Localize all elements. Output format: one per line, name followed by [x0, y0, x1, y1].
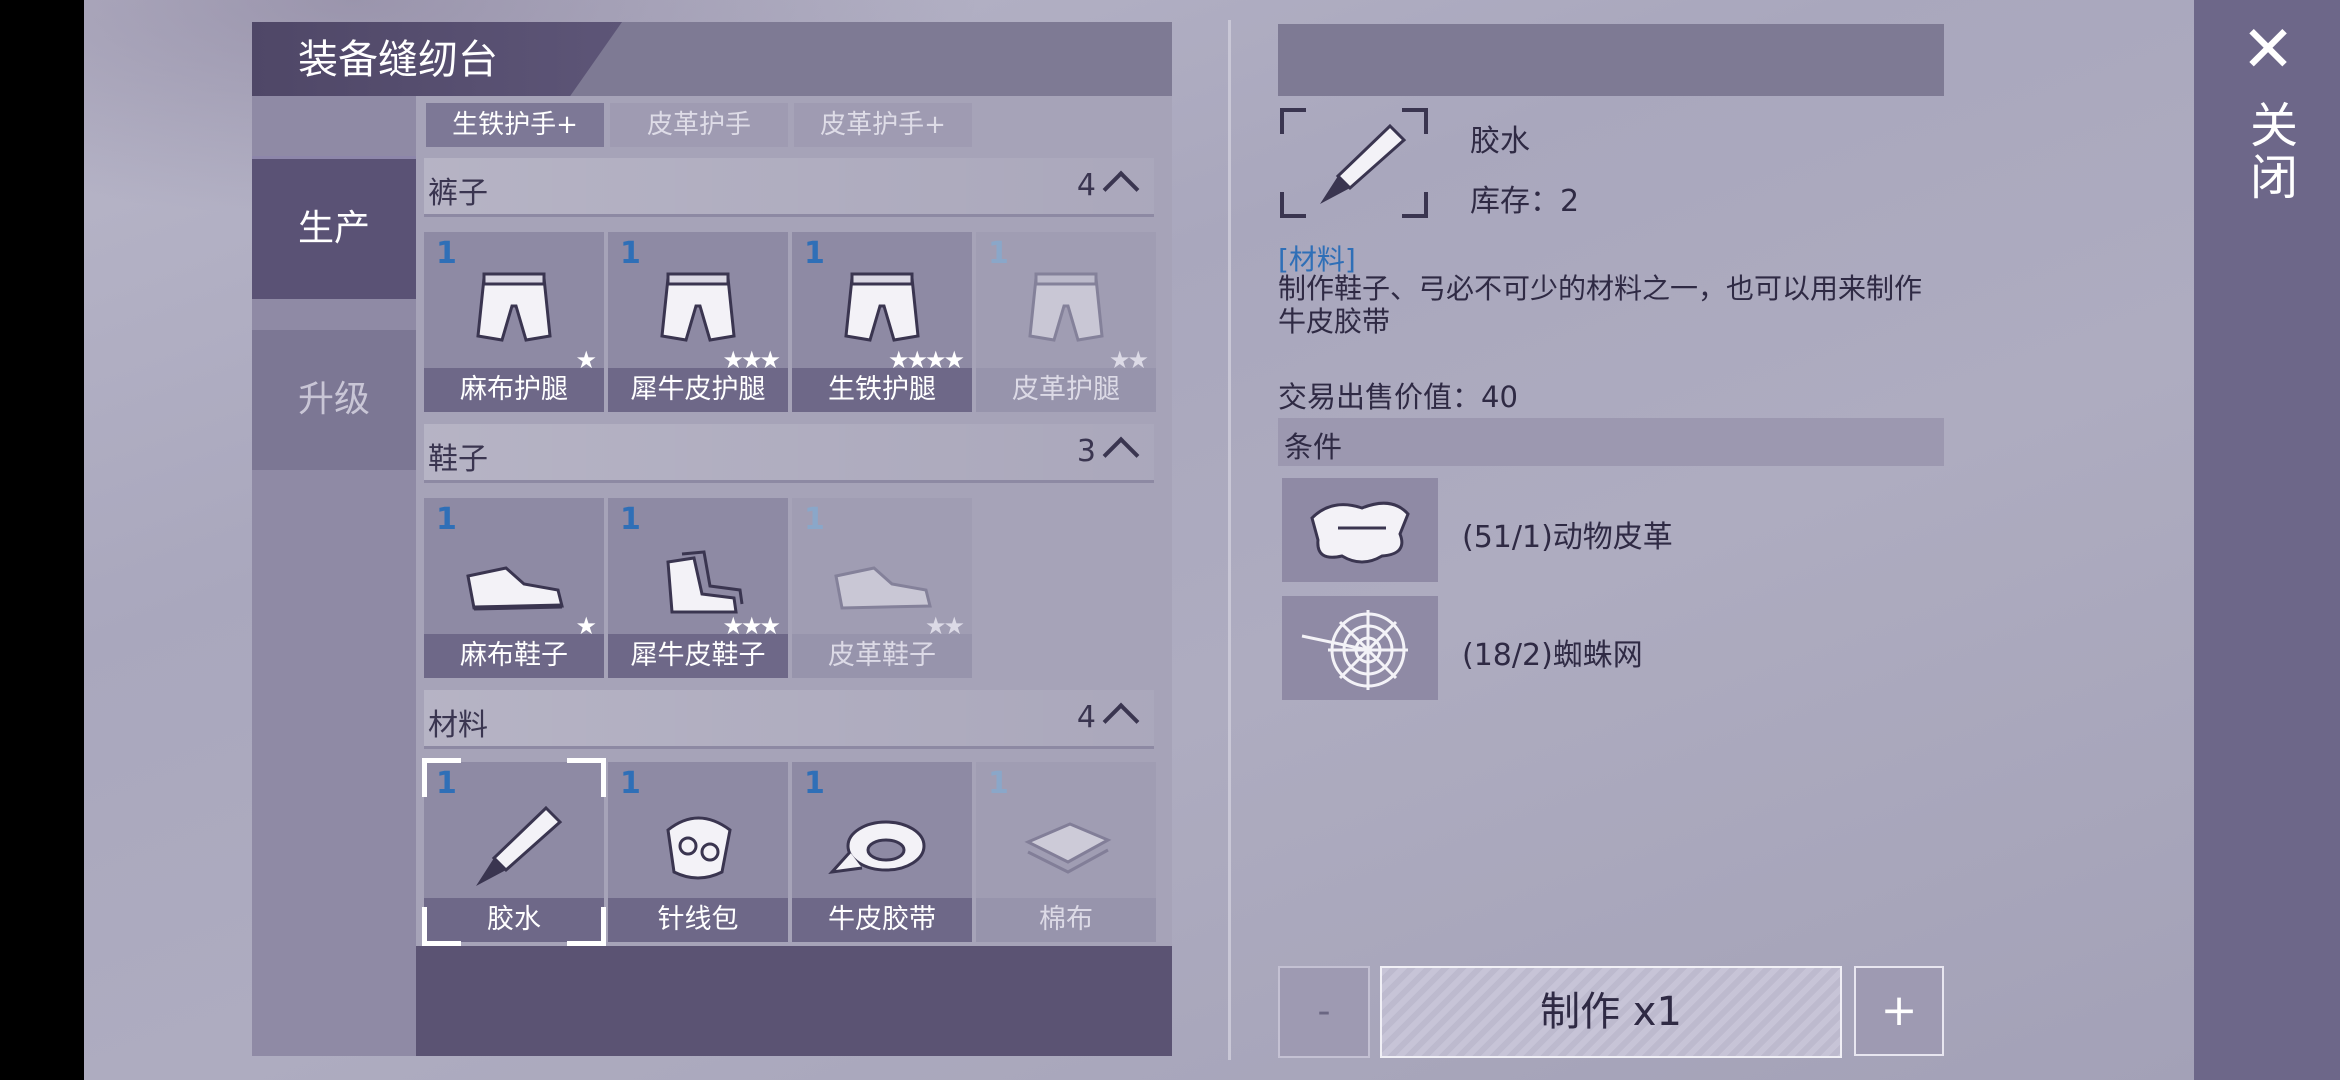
category-header-materials[interactable]: 材料 4: [424, 690, 1154, 749]
item-name: 皮革护腿: [976, 368, 1156, 412]
item-name: 犀牛皮护腿: [608, 368, 788, 412]
decrease-quantity-button[interactable]: -: [1278, 966, 1370, 1058]
subtab-leather-gauntlet[interactable]: 皮革护手: [610, 103, 788, 147]
item-name: 牛皮胶带: [792, 898, 972, 942]
selection-corner: [567, 758, 606, 797]
item-cell[interactable]: 1 针线包: [608, 762, 788, 942]
glue-icon: [1320, 123, 1407, 204]
detail-price: 交易出售价值：40: [1278, 380, 1518, 414]
item-cell[interactable]: 1 牛皮胶带: [792, 762, 972, 942]
category-count: 3: [1076, 434, 1096, 469]
item-cell[interactable]: 1 ★ 麻布鞋子: [424, 498, 604, 678]
spider-web-icon: [1301, 610, 1408, 690]
animal-hide-icon: [1310, 501, 1410, 564]
item-cell[interactable]: 1 ★★★ 犀牛皮鞋子: [608, 498, 788, 678]
category-count: 4: [1076, 168, 1096, 203]
subtab-iron-gauntlet-plus[interactable]: 生铁护手+: [426, 103, 604, 147]
selection-corner: [567, 907, 606, 946]
shoes-icon: [466, 566, 564, 611]
conditions-header: 条件: [1278, 418, 1944, 466]
detail-description: 制作鞋子、弓必不可少的材料之一，也可以用来制作牛皮胶带: [1278, 272, 1923, 338]
item-name: 麻布护腿: [424, 368, 604, 412]
sidebar-item-upgrade[interactable]: 升级: [252, 330, 416, 470]
pants-icon: [476, 272, 552, 342]
sewing-kit-icon: [666, 816, 732, 880]
cloth-icon: [1024, 822, 1112, 874]
requirement-text: (51/1)动物皮革: [1462, 520, 1673, 555]
item-name: 犀牛皮鞋子: [608, 634, 788, 678]
tape-icon: [828, 820, 926, 875]
close-icon[interactable]: ✕: [2240, 18, 2296, 82]
selection-corner: [422, 758, 461, 797]
item-name: 生铁护腿: [792, 368, 972, 412]
sidebar-item-produce[interactable]: 生产: [252, 156, 416, 299]
selection-corner: [422, 907, 461, 946]
chevron-up-icon[interactable]: [1102, 702, 1140, 740]
item-cell[interactable]: 1 ★ 麻布护腿: [424, 232, 604, 412]
item-name: 麻布鞋子: [424, 634, 604, 678]
category-header-pants[interactable]: 裤子 4: [424, 158, 1154, 217]
item-cell[interactable]: 1 ★★ 皮革鞋子: [792, 498, 972, 678]
conditions-label: 条件: [1284, 430, 1343, 464]
requirement-text: (18/2)蜘蛛网: [1462, 638, 1643, 673]
category-name: 材料: [428, 708, 488, 743]
item-cell[interactable]: 1 ★★ 皮革护腿: [976, 232, 1156, 412]
category-name: 裤子: [428, 176, 488, 211]
requirement-slot[interactable]: [1282, 478, 1438, 582]
detail-stock: 库存：2: [1470, 184, 1580, 219]
chevron-up-icon[interactable]: [1102, 170, 1140, 208]
increase-quantity-button[interactable]: +: [1854, 966, 1944, 1056]
detail-header-bar: [1278, 24, 1944, 96]
window-title: 装备缝纫台: [298, 37, 498, 83]
list-footer: [416, 946, 1172, 1056]
panel-divider: [1228, 20, 1231, 1060]
item-cell-selected[interactable]: 1 胶水: [422, 758, 606, 946]
item-cell[interactable]: 1 ★★★ 犀牛皮护腿: [608, 232, 788, 412]
category-header-shoes[interactable]: 鞋子 3: [424, 424, 1154, 483]
category-name: 鞋子: [428, 442, 488, 477]
category-count: 4: [1076, 700, 1096, 735]
chevron-up-icon[interactable]: [1102, 436, 1140, 474]
item-cell[interactable]: 1 棉布: [976, 762, 1156, 942]
detail-item-name: 胶水: [1470, 124, 1530, 159]
item-name: 针线包: [608, 898, 788, 942]
requirement-slot[interactable]: [1282, 596, 1438, 700]
item-name: 皮革鞋子: [792, 634, 972, 678]
craft-button[interactable]: 制作 x1: [1380, 966, 1842, 1058]
subtab-leather-gauntlet-plus[interactable]: 皮革护手+: [794, 103, 972, 147]
item-name: 棉布: [976, 898, 1156, 942]
detail-item-frame: [1278, 108, 1438, 218]
close-label[interactable]: 关闭: [2240, 100, 2297, 204]
item-cell[interactable]: 1 ★★★★ 生铁护腿: [792, 232, 972, 412]
glue-icon: [476, 805, 563, 886]
